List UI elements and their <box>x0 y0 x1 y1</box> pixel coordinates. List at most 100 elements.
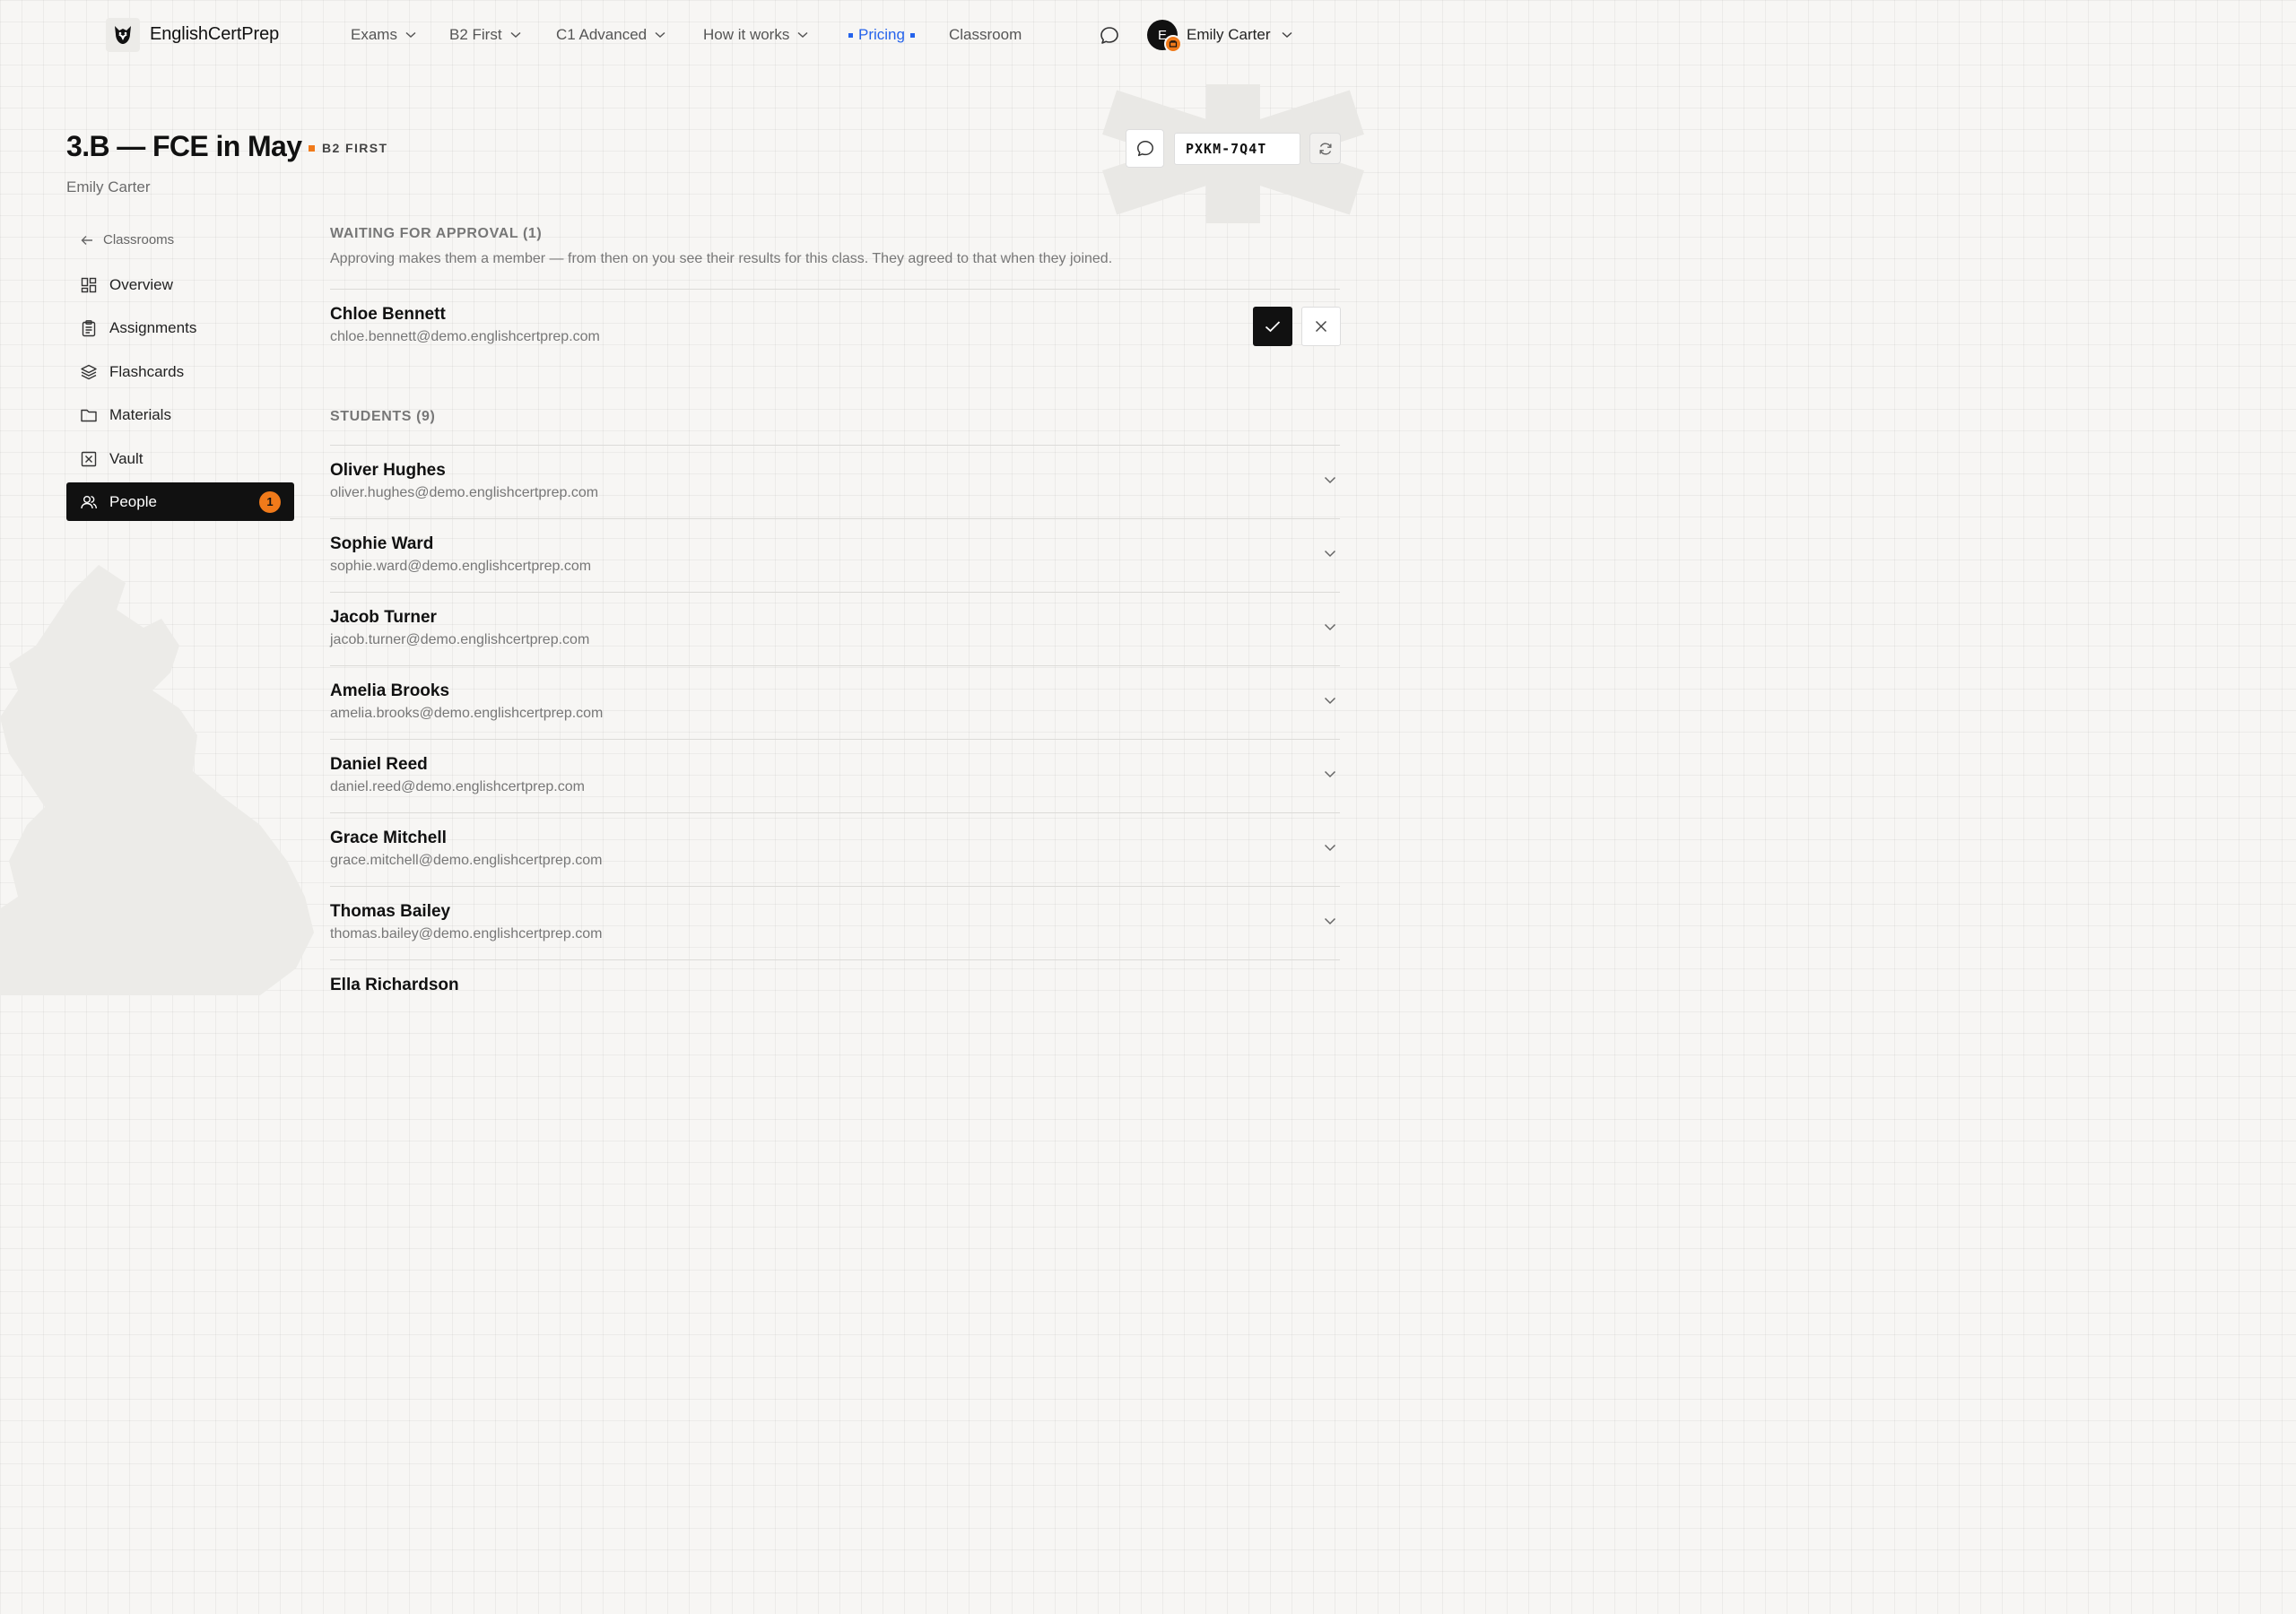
badge-icon <box>1169 40 1178 48</box>
chevron-down-icon[interactable] <box>1324 697 1336 705</box>
user-menu[interactable]: Emily Carter <box>1187 26 1292 44</box>
arrow-left-icon <box>81 235 92 245</box>
active-marker <box>909 32 915 38</box>
back-to-classrooms-link[interactable]: Classrooms <box>81 232 174 247</box>
nav-label: Exams <box>351 26 397 43</box>
chevron-down-icon <box>797 31 808 39</box>
nav-c1-advanced[interactable]: C1 Advanced <box>556 26 665 44</box>
brand-name[interactable]: EnglishCertPrep <box>150 24 279 45</box>
student-email: jacob.turner@demo.englishcertprep.com <box>330 632 590 647</box>
student-email: grace.mitchell@demo.englishcertprep.com <box>330 853 603 868</box>
join-code-field[interactable]: PXKM-7Q4T <box>1174 133 1300 165</box>
student-row[interactable]: Sophie Ward sophie.ward@demo.englishcertp… <box>330 518 1340 592</box>
refresh-icon <box>1319 142 1331 155</box>
user-name: Emily Carter <box>1187 26 1271 43</box>
reject-button[interactable] <box>1301 307 1341 346</box>
student-row[interactable]: Thomas Bailey thomas.bailey@demo.englishc… <box>330 886 1340 959</box>
student-email: oliver.hughes@demo.englishcertprep.com <box>330 485 599 500</box>
back-label: Classrooms <box>103 232 175 247</box>
student-email: amelia.brooks@demo.englishcertprep.com <box>330 706 604 721</box>
pending-count-badge: 1 <box>259 490 281 513</box>
student-row[interactable]: Grace Mitchell grace.mitchell@demo.englis… <box>330 812 1340 886</box>
grid-icon <box>81 277 97 292</box>
student-name: Sophie Ward <box>330 534 434 553</box>
people-icon <box>81 495 97 508</box>
student-name: Thomas Bailey <box>330 902 451 921</box>
nav-label: B2 First <box>449 26 502 43</box>
divider <box>330 289 1340 290</box>
background-map-shape <box>0 565 314 995</box>
sidebar-item-overview[interactable]: Overview <box>66 265 294 304</box>
student-email: daniel.reed@demo.englishcertprep.com <box>330 779 585 794</box>
students-list: Oliver Hughes oliver.hughes@demo.englishc… <box>330 445 1340 995</box>
active-marker <box>848 32 853 38</box>
clipboard-icon <box>82 319 96 336</box>
sidebar-item-label: People <box>109 492 157 510</box>
student-row[interactable]: Jacob Turner jacob.turner@demo.englishcer… <box>330 592 1340 665</box>
folder-icon <box>81 409 97 421</box>
sidebar-item-label: Overview <box>109 275 173 293</box>
level-marker <box>309 144 315 152</box>
sidebar-item-assignments[interactable]: Assignments <box>66 308 294 347</box>
chevron-down-icon[interactable] <box>1324 476 1336 484</box>
student-row[interactable]: Oliver Hughes oliver.hughes@demo.englishc… <box>330 445 1340 518</box>
students-heading: STUDENTS (9) <box>330 409 436 424</box>
nav-b2-first[interactable]: B2 First <box>449 26 521 44</box>
chevron-down-icon[interactable] <box>1324 770 1336 778</box>
chevron-down-icon <box>405 31 416 39</box>
sidebar-item-flashcards[interactable]: Flashcards <box>66 352 294 391</box>
layers-icon <box>81 364 97 379</box>
waiting-heading: WAITING FOR APPROVAL (1) <box>330 226 543 241</box>
chevron-down-icon[interactable] <box>1324 917 1336 925</box>
approve-button[interactable] <box>1253 307 1292 346</box>
level-label: B2 FIRST <box>322 141 388 155</box>
student-row[interactable]: Ella Richardson <box>330 959 1340 995</box>
student-name: Daniel Reed <box>330 755 428 774</box>
student-name: Grace Mitchell <box>330 829 447 847</box>
close-icon <box>1315 320 1327 333</box>
sidebar-item-people[interactable]: People 1 <box>66 482 294 521</box>
person-email: chloe.bennett@demo.englishcertprep.com <box>330 329 600 344</box>
brand-logo[interactable] <box>106 18 140 52</box>
student-row[interactable]: Amelia Brooks amelia.brooks@demo.englishc… <box>330 665 1340 739</box>
person-name: Chloe Bennett <box>330 305 446 324</box>
chevron-down-icon <box>655 31 665 39</box>
nav-label: Pricing <box>858 26 905 43</box>
student-email: thomas.bailey@demo.englishcertprep.com <box>330 926 603 941</box>
level-badge: B2 FIRST <box>309 141 387 155</box>
fox-logo-icon <box>115 26 131 44</box>
student-name: Oliver Hughes <box>330 461 446 480</box>
pending-person: Chloe Bennett chloe.bennett@demo.english… <box>330 305 600 345</box>
sidebar-item-vault[interactable]: Vault <box>66 439 294 478</box>
sidebar-item-materials[interactable]: Materials <box>66 395 294 434</box>
chevron-down-icon <box>510 31 521 39</box>
nav-label: Classroom <box>949 26 1022 43</box>
student-name: Amelia Brooks <box>330 681 450 700</box>
nav-pricing[interactable]: Pricing <box>848 26 915 44</box>
chevron-down-icon[interactable] <box>1324 550 1336 558</box>
nav-label: How it works <box>703 26 790 43</box>
teacher-name: Emily Carter <box>66 178 151 195</box>
nav-exams[interactable]: Exams <box>351 26 416 44</box>
avatar-badge <box>1164 35 1182 53</box>
sidebar-item-label: Vault <box>109 449 144 467</box>
check-icon <box>1265 321 1281 333</box>
page-title: 3.B — FCE in May <box>66 130 302 162</box>
vault-icon <box>81 451 97 466</box>
nav-classroom[interactable]: Classroom <box>949 26 1022 44</box>
waiting-description: Approving makes them a member — from the… <box>330 251 1113 266</box>
student-name: Jacob Turner <box>330 608 437 627</box>
chat-icon <box>1136 140 1153 156</box>
chevron-down-icon[interactable] <box>1324 844 1336 852</box>
chat-icon[interactable] <box>1099 25 1120 47</box>
nav-label: C1 Advanced <box>556 26 648 43</box>
class-chat-button[interactable] <box>1126 129 1164 168</box>
student-row[interactable]: Daniel Reed daniel.reed@demo.englishcertp… <box>330 739 1340 812</box>
chevron-down-icon[interactable] <box>1324 623 1336 631</box>
student-name: Ella Richardson <box>330 976 459 994</box>
sidebar-item-label: Materials <box>109 405 171 423</box>
sidebar-item-label: Flashcards <box>109 362 185 380</box>
nav-how-it-works[interactable]: How it works <box>703 26 808 44</box>
sidebar-item-label: Assignments <box>109 318 197 336</box>
regenerate-code-button[interactable] <box>1309 133 1341 164</box>
